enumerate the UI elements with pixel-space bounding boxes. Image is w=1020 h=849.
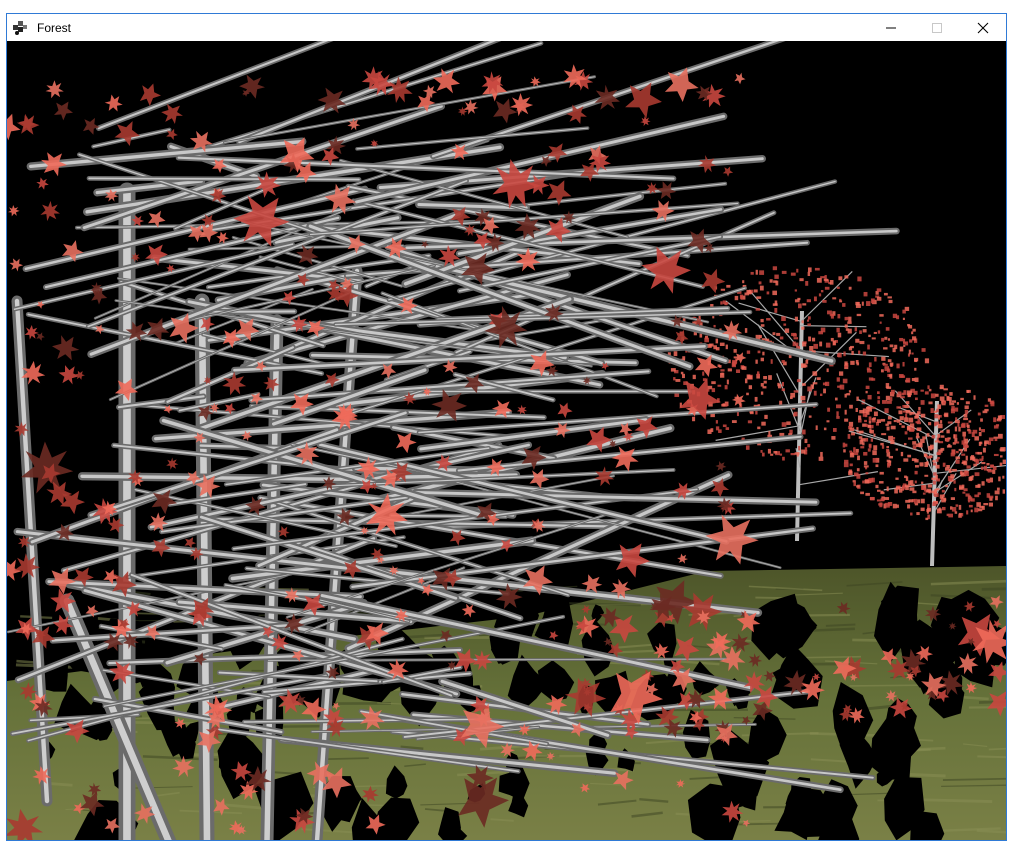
close-button[interactable] bbox=[960, 14, 1006, 41]
window-controls bbox=[868, 14, 1006, 41]
title-bar[interactable]: Forest bbox=[7, 14, 1006, 41]
minimize-icon bbox=[886, 27, 896, 28]
app-window: Forest bbox=[6, 13, 1007, 841]
maximize-icon bbox=[932, 22, 942, 33]
3d-forest-render bbox=[7, 41, 1006, 840]
window-title: Forest bbox=[37, 20, 72, 35]
maximize-button[interactable] bbox=[914, 14, 960, 41]
opengl-app-icon bbox=[11, 19, 29, 37]
render-viewport[interactable] bbox=[7, 41, 1006, 840]
close-icon bbox=[977, 22, 989, 33]
minimize-button[interactable] bbox=[868, 14, 914, 41]
